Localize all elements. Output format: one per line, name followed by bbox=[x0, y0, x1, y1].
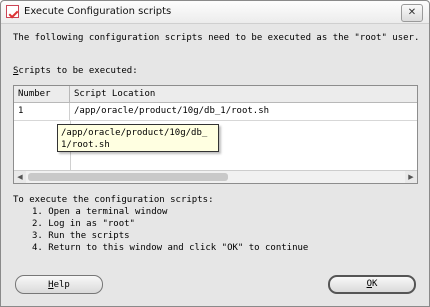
execute-configuration-scripts-dialog: Execute Configuration scripts ✕ The foll… bbox=[0, 0, 430, 307]
close-button[interactable]: ✕ bbox=[401, 4, 423, 22]
script-location-tooltip: /app/oracle/product/10g/db_1/root.sh bbox=[57, 124, 219, 152]
instruction-step: 3. Run the scripts bbox=[32, 231, 130, 241]
app-icon bbox=[6, 5, 19, 18]
scroll-left-arrow-icon[interactable]: ◀ bbox=[14, 171, 26, 183]
instruction-step: 2. Log in as "root" bbox=[32, 219, 135, 229]
scripts-label: Scripts to be executed: bbox=[13, 66, 138, 76]
table-header: Number Script Location bbox=[14, 86, 417, 103]
row-location-cell: /app/oracle/product/10g/db_1/root.sh bbox=[74, 106, 270, 116]
window-title: Execute Configuration scripts bbox=[24, 6, 172, 17]
column-header-script-location[interactable]: Script Location bbox=[70, 86, 417, 102]
title-bar[interactable]: Execute Configuration scripts ✕ bbox=[1, 1, 429, 24]
scripts-label-text: cripts to be executed: bbox=[18, 66, 138, 76]
scrollbar-thumb[interactable] bbox=[28, 173, 228, 181]
intro-text: The following configuration scripts need… bbox=[13, 33, 420, 43]
instructions-heading: To execute the configuration scripts: bbox=[13, 195, 214, 205]
instruction-step: 4. Return to this window and click "OK" … bbox=[32, 243, 309, 253]
table-row[interactable]: 1 /app/oracle/product/10g/db_1/root.sh bbox=[14, 103, 417, 121]
ok-button[interactable]: OK bbox=[328, 275, 416, 294]
row-number-cell: 1 bbox=[14, 103, 70, 120]
column-header-number[interactable]: Number bbox=[14, 86, 70, 102]
instruction-step: 1. Open a terminal window bbox=[32, 207, 168, 217]
help-button[interactable]: Help bbox=[15, 275, 103, 294]
help-label: elp bbox=[53, 280, 70, 290]
ok-label: K bbox=[372, 279, 378, 289]
scroll-right-arrow-icon[interactable]: ▶ bbox=[405, 171, 417, 183]
horizontal-scrollbar[interactable]: ◀ ▶ bbox=[14, 170, 417, 183]
